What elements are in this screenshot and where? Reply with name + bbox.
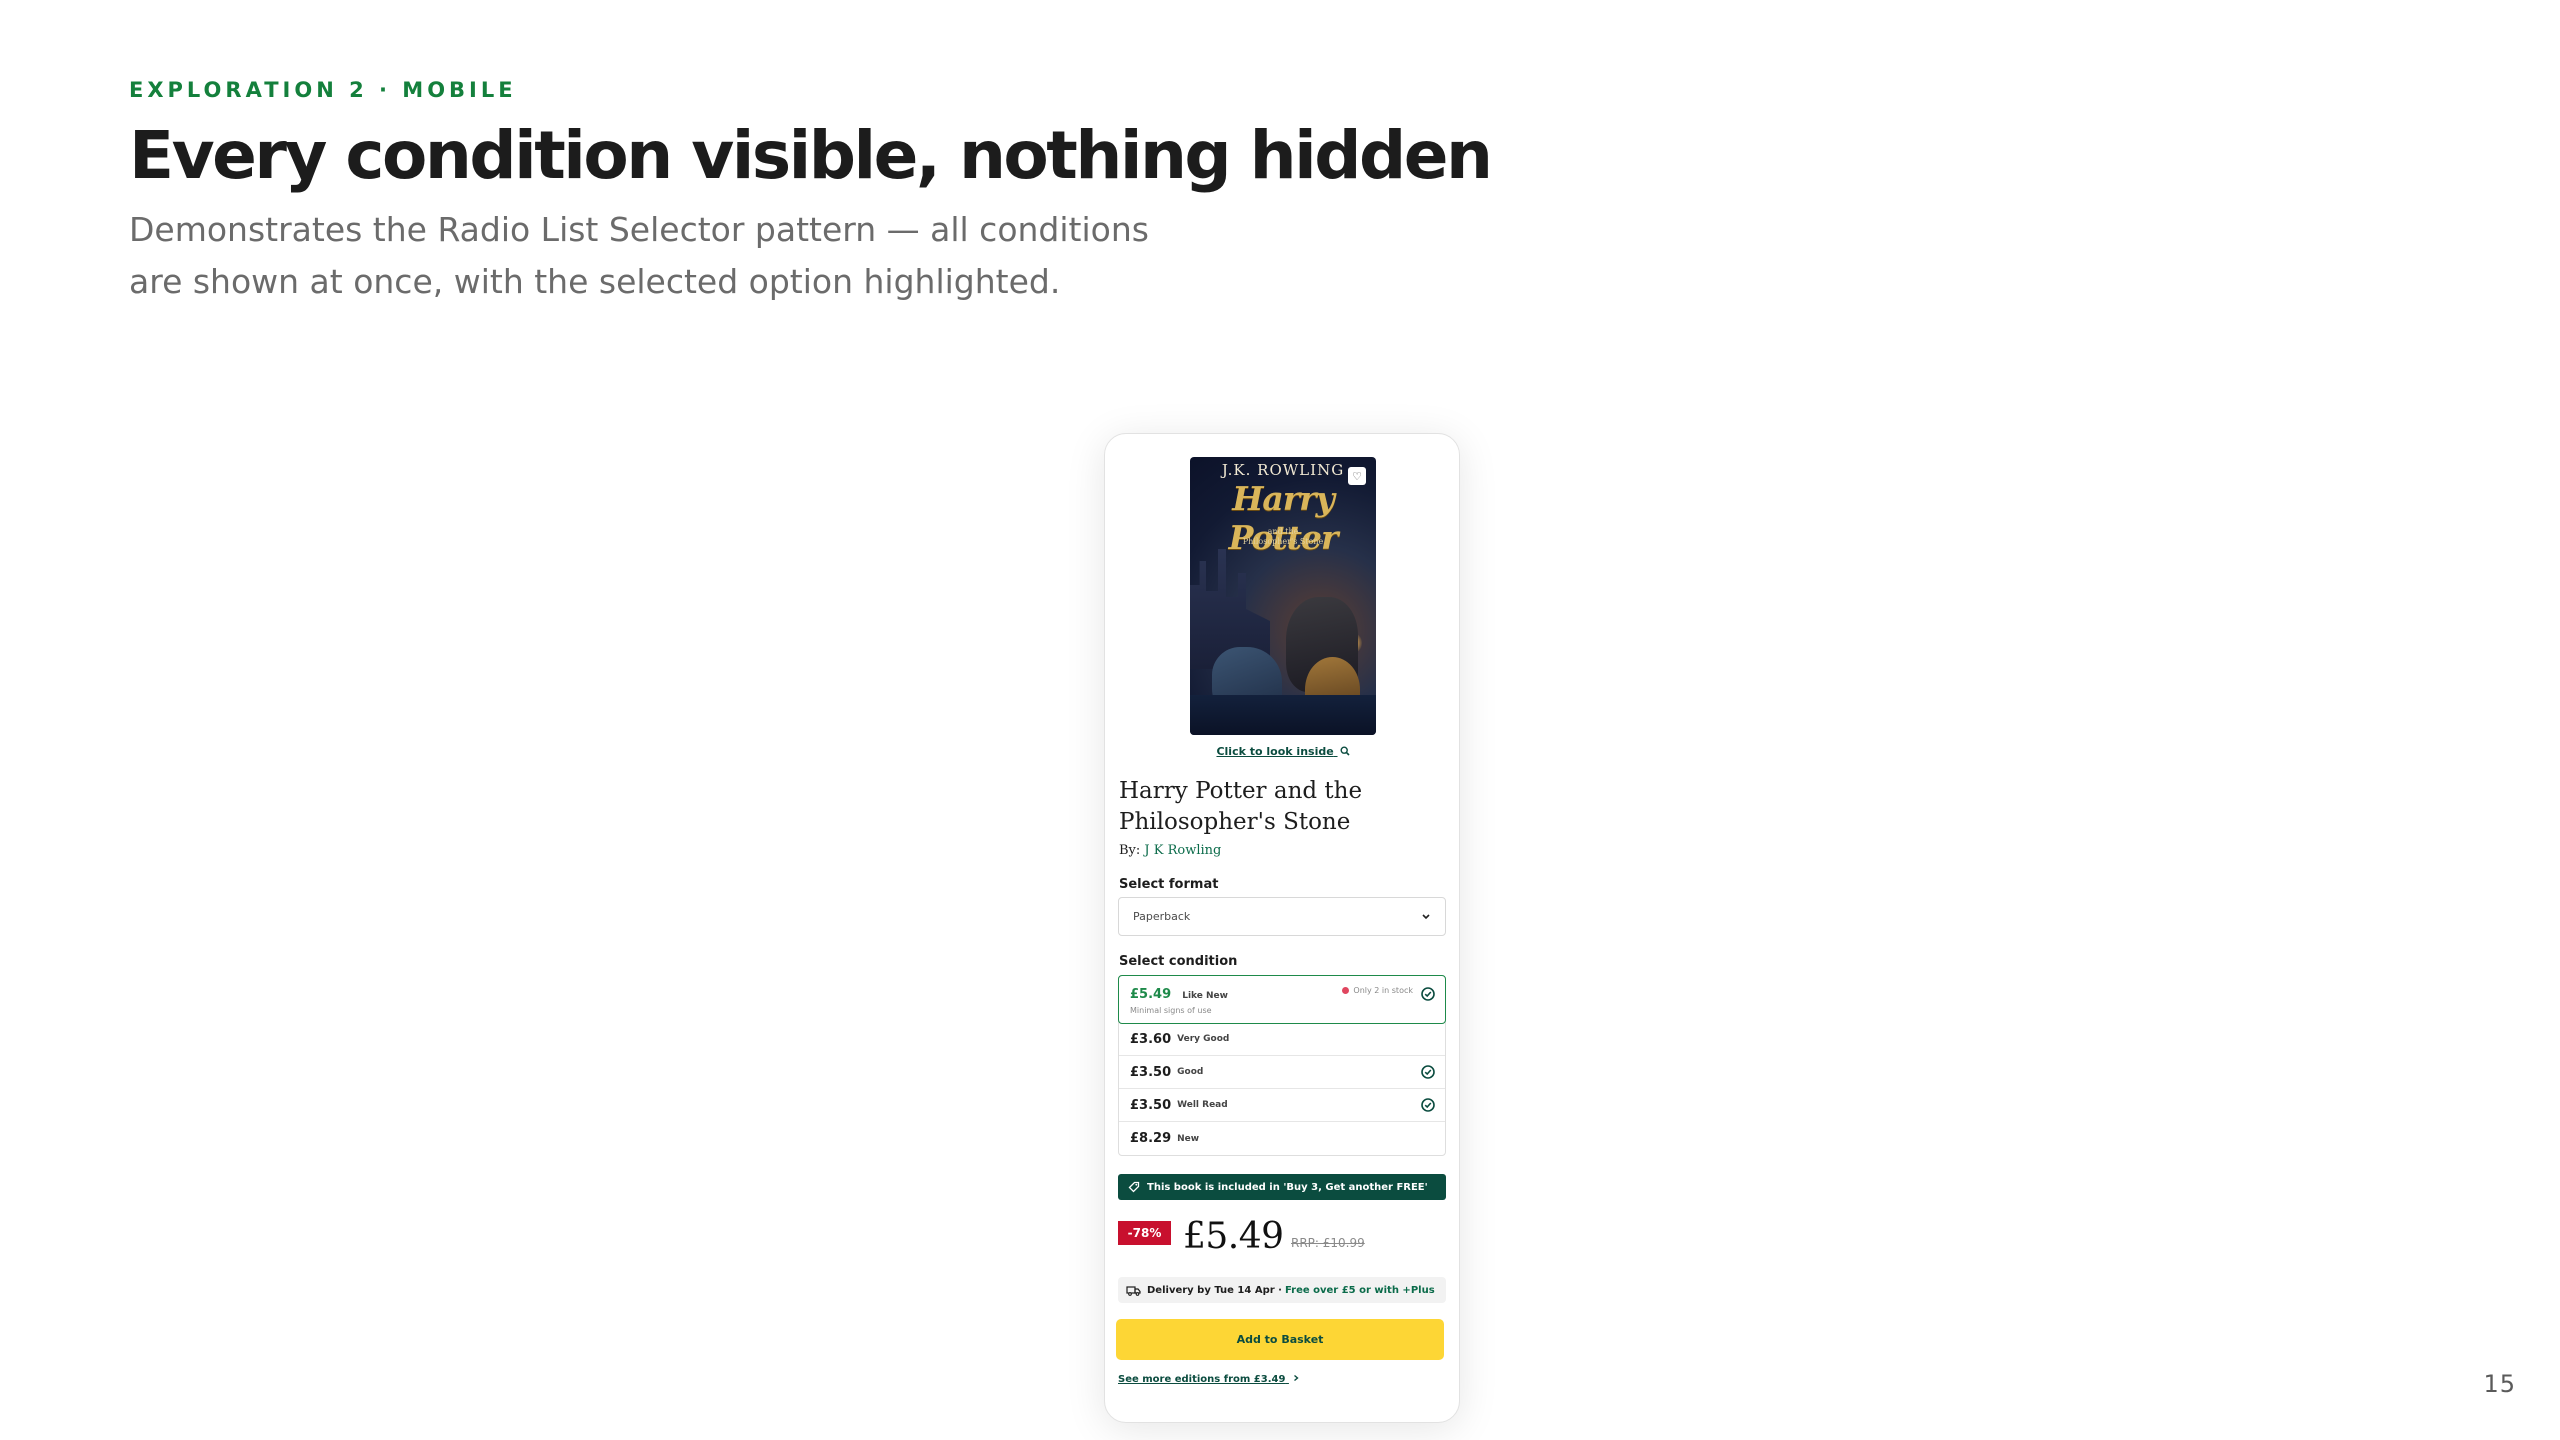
condition-label: Select condition [1119, 954, 1238, 969]
by-label: By: [1119, 843, 1141, 858]
cover-subtitle: and the Philosopher's Stone [1190, 527, 1376, 547]
promo-text: This book is included in 'Buy 3, Get ano… [1147, 1181, 1428, 1193]
price-row: -78% £5.49 RRP: £10.99 [1118, 1216, 1446, 1260]
add-to-basket-button[interactable]: Add to Basket [1116, 1319, 1444, 1360]
format-label: Select format [1119, 877, 1219, 892]
promo-banner: This book is included in 'Buy 3, Get ano… [1118, 1174, 1446, 1200]
truck-icon [1126, 1285, 1141, 1296]
cover-subtitle-line-2: Philosopher's Stone [1242, 537, 1324, 546]
book-title-line-1: Harry Potter and the [1119, 778, 1363, 804]
look-inside-link[interactable]: Click to look inside [1105, 745, 1459, 758]
more-editions-link[interactable]: See more editions from £3.49 [1118, 1374, 1300, 1385]
delivery-info: Delivery by Tue 14 Apr · Free over £5 or… [1118, 1277, 1446, 1303]
condition-price: £3.50 [1130, 1097, 1172, 1113]
book-cover-image[interactable]: J.K. ROWLING Harry Potter and the Philos… [1190, 457, 1376, 735]
book-byline: By: J K Rowling [1119, 843, 1221, 858]
cover-water-art [1190, 695, 1376, 735]
condition-option-like-new[interactable]: £5.49 Like New Minimal signs of use Only… [1118, 975, 1446, 1024]
delivery-date: Delivery by Tue 14 Apr · [1147, 1284, 1282, 1296]
condition-price: £8.29 [1130, 1131, 1172, 1146]
chevron-right-icon [1293, 1374, 1299, 1382]
condition-name: Well Read [1177, 1100, 1228, 1110]
condition-option-very-good[interactable]: £3.60 Very Good [1119, 1023, 1445, 1056]
condition-name: Like New [1182, 991, 1228, 1001]
condition-price: £3.60 [1130, 1031, 1172, 1047]
condition-radio-list: £5.49 Like New Minimal signs of use Only… [1118, 975, 1446, 1156]
stock-indicator: Only 2 in stock [1342, 986, 1413, 995]
subhead-line-1: Demonstrates the Radio List Selector pat… [129, 209, 1149, 249]
subhead-line-2: are shown at once, with the selected opt… [129, 261, 1061, 301]
chevron-down-icon [1422, 913, 1430, 919]
condition-option-well-read[interactable]: £3.50 Well Read [1119, 1089, 1445, 1122]
condition-option-good[interactable]: £3.50 Good [1119, 1056, 1445, 1089]
more-editions-label: See more editions from £3.49 [1118, 1374, 1286, 1385]
eyebrow-label: EXPLORATION 2 · MOBILE [129, 78, 517, 102]
book-title: Harry Potter and the Philosopher's Stone [1119, 776, 1439, 838]
condition-price: £3.50 [1130, 1064, 1172, 1080]
check-circle-icon [1421, 987, 1435, 1001]
condition-name: Very Good [1177, 1034, 1230, 1044]
check-circle-icon [1421, 1065, 1435, 1079]
delivery-free-link[interactable]: Free over £5 or with +Plus [1285, 1285, 1435, 1296]
stock-dot-icon [1342, 987, 1350, 994]
current-price: £5.49 [1183, 1216, 1284, 1257]
mobile-product-mockup: J.K. ROWLING Harry Potter and the Philos… [1104, 433, 1460, 1423]
slide-headline: Every condition visible, nothing hidden [129, 117, 1493, 194]
discount-badge: -78% [1118, 1221, 1171, 1245]
author-link[interactable]: J K Rowling [1144, 843, 1221, 858]
format-select-value: Paperback [1133, 910, 1191, 923]
search-icon [1340, 746, 1350, 756]
condition-description: Minimal signs of use [1130, 1006, 1212, 1015]
slide-subhead: Demonstrates the Radio List Selector pat… [129, 204, 1229, 308]
cover-subtitle-line-1: and the [1267, 527, 1299, 536]
tag-icon [1128, 1181, 1140, 1193]
heart-icon[interactable]: ♡ [1348, 467, 1366, 485]
condition-name: Good [1177, 1067, 1204, 1077]
format-select[interactable]: Paperback [1118, 897, 1446, 936]
condition-name: New [1177, 1133, 1200, 1144]
book-title-line-2: Philosopher's Stone [1119, 809, 1351, 835]
rrp-price: RRP: £10.99 [1291, 1236, 1365, 1250]
slide-header: EXPLORATION 2 · MOBILE Every condition v… [129, 78, 1629, 308]
condition-price: £5.49 [1130, 987, 1172, 1002]
check-circle-icon [1421, 1098, 1435, 1112]
condition-option-new[interactable]: £8.29 New [1119, 1122, 1445, 1155]
look-inside-label: Click to look inside [1216, 745, 1334, 758]
page-number: 15 [2483, 1370, 2516, 1398]
stock-text: Only 2 in stock [1353, 986, 1413, 995]
